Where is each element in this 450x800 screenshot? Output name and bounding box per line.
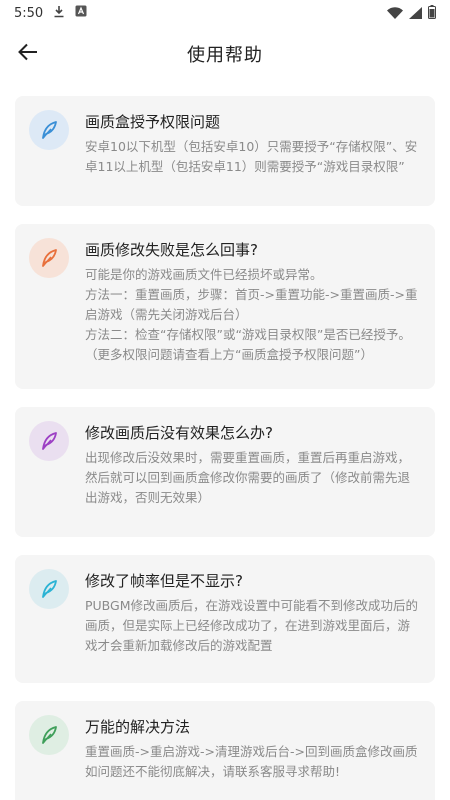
faq-answer-line: 如问题还不能彻底解决，请联系客服寻求帮助! (85, 764, 341, 779)
feather-icon (29, 421, 69, 461)
status-bar: 5:50 (0, 0, 450, 26)
faq-answer-line: 重置画质->重启游戏->清理游戏后台->回到画质盒修改画质 (85, 744, 418, 759)
battery-icon (428, 4, 436, 23)
faq-card[interactable]: 修改了帧率但是不显示? PUBGM修改画质后，在游戏设置中可能看不到修改成功后的画… (15, 555, 435, 683)
signal-icon (409, 4, 422, 23)
back-button[interactable] (12, 38, 44, 70)
faq-answer-line: 出现修改后没效果时，需要重置画质，重置后再重启游戏，然后就可以回到画质盒修改你需… (85, 450, 411, 505)
faq-answer: 重置画质->重启游戏->清理游戏后台->回到画质盒修改画质 如问题还不能彻底解决，… (85, 742, 419, 782)
faq-question: 画质修改失败是怎么回事? (85, 241, 258, 259)
faq-answer: 可能是你的游戏画质文件已经损坏或异常。方法一：重置画质，步骤：首页->重置功能-… (85, 265, 419, 365)
status-time: 5:50 (14, 5, 44, 21)
feather-icon (29, 238, 69, 278)
wifi-icon (387, 4, 403, 23)
faq-card[interactable]: 万能的解决方法重置画质->重启游戏->清理游戏后台->回到画质盒修改画质 如问题还… (15, 701, 435, 800)
download-icon (53, 5, 65, 22)
faq-list: 画质盒授予权限问题安卓10以下机型（包括安卓10）只需要授予“存储权限”、安卓1… (0, 82, 450, 800)
feather-icon (29, 569, 69, 609)
faq-answer: 安卓10以下机型（包括安卓10）只需要授予“存储权限”、安卓11以上机型（包括安… (85, 137, 419, 177)
faq-answer-line: 方法二：检查“存储权限”或“游戏目录权限”是否已经授予。（更多权限问题请查看上方… (85, 327, 411, 362)
faq-question: 修改了帧率但是不显示? (85, 572, 243, 590)
a-icon (75, 5, 87, 21)
faq-answer-line: 方法一：重置画质，步骤：首页->重置功能->重置画质->重启游戏（需先关闭游戏后… (85, 287, 418, 322)
feather-icon (29, 715, 69, 755)
page-title: 使用帮助 (187, 45, 263, 66)
faq-answer: PUBGM修改画质后，在游戏设置中可能看不到修改成功后的画质，但是实际上已经修改… (85, 596, 419, 656)
app-bar: 使用帮助 (0, 26, 450, 82)
faq-answer-line: 可能是你的游戏画质文件已经损坏或异常。 (85, 267, 323, 282)
arrow-left-icon (18, 43, 38, 65)
faq-question: 万能的解决方法 (85, 718, 191, 736)
faq-answer-line: PUBGM修改画质后，在游戏设置中可能看不到修改成功后的画质，但是实际上已经修改… (85, 598, 419, 653)
faq-card[interactable]: 画质修改失败是怎么回事? 可能是你的游戏画质文件已经损坏或异常。方法一：重置画质，… (15, 224, 435, 389)
faq-card[interactable]: 画质盒授予权限问题安卓10以下机型（包括安卓10）只需要授予“存储权限”、安卓1… (15, 96, 435, 206)
faq-question: 修改画质后没有效果怎么办? (85, 424, 273, 442)
faq-card[interactable]: 修改画质后没有效果怎么办? 出现修改后没效果时，需要重置画质，重置后再重启游戏，然… (15, 407, 435, 537)
faq-question: 画质盒授予权限问题 (85, 113, 221, 131)
feather-icon (29, 110, 69, 150)
faq-answer: 出现修改后没效果时，需要重置画质，重置后再重启游戏，然后就可以回到画质盒修改你需… (85, 448, 419, 508)
faq-answer-line: 安卓10以下机型（包括安卓10）只需要授予“存储权限”、安卓11以上机型（包括安… (85, 139, 418, 174)
